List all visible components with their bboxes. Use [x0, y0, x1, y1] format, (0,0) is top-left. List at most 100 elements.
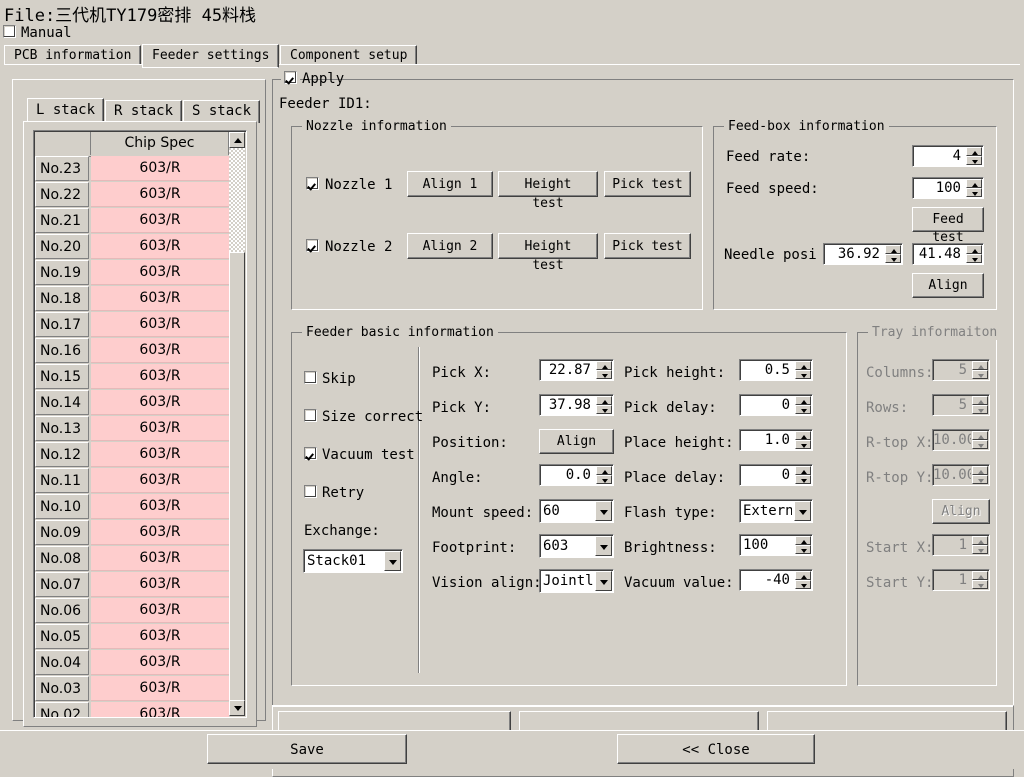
needle-align-button[interactable]: Align: [912, 273, 984, 298]
vacuum-test-checkbox-row[interactable]: Vacuum test: [304, 447, 415, 463]
pick-delay-spin-arrows[interactable]: [795, 396, 811, 414]
pick-delay-spinner[interactable]: 0: [739, 394, 813, 416]
chip-spec-cell[interactable]: 603/R: [91, 312, 229, 337]
table-row[interactable]: No.02 603/R: [35, 702, 229, 717]
position-align-button[interactable]: Align: [539, 429, 614, 454]
tab-component-setup[interactable]: Component setup: [280, 45, 418, 66]
tab-feeder-settings[interactable]: Feeder settings: [142, 44, 280, 68]
grid-vertical-scrollbar[interactable]: [229, 132, 245, 716]
row-header-cell[interactable]: No.06: [35, 598, 89, 623]
feed-rate-spinner[interactable]: 4: [912, 145, 984, 167]
table-row[interactable]: No.20 603/R: [35, 234, 229, 260]
scrollbar-thumb[interactable]: [229, 252, 245, 702]
apply-checkbox[interactable]: [284, 71, 297, 84]
row-header-cell[interactable]: No.05: [35, 624, 89, 649]
size-correct-checkbox-row[interactable]: Size correct: [304, 409, 423, 425]
exchange-combo[interactable]: Stack01: [303, 549, 403, 573]
chip-spec-cell[interactable]: 603/R: [91, 156, 229, 181]
row-header-cell[interactable]: No.16: [35, 338, 89, 363]
chip-spec-cell[interactable]: 603/R: [91, 572, 229, 597]
size-correct-checkbox[interactable]: [304, 409, 317, 422]
chip-spec-cell[interactable]: 603/R: [91, 520, 229, 545]
table-row[interactable]: No.23 603/R: [35, 156, 229, 182]
nozzle-1-checkbox[interactable]: [306, 177, 319, 190]
chip-spec-cell[interactable]: 603/R: [91, 624, 229, 649]
place-height-spin-arrows[interactable]: [795, 431, 811, 449]
vacuum-value-spin-arrows[interactable]: [795, 571, 811, 589]
brightness-spin-arrows[interactable]: [795, 536, 811, 554]
row-header-cell[interactable]: No.19: [35, 260, 89, 285]
skip-checkbox-row[interactable]: Skip: [304, 371, 356, 387]
pick-x-spinner[interactable]: 22.87: [539, 359, 614, 381]
stack-tab-r-stack[interactable]: R stack: [105, 100, 183, 123]
close-button[interactable]: << Close: [617, 734, 815, 764]
chip-spec-cell[interactable]: 603/R: [91, 416, 229, 441]
chip-spec-cell[interactable]: 603/R: [91, 650, 229, 675]
chip-spec-cell[interactable]: 603/R: [91, 286, 229, 311]
chevron-down-icon[interactable]: [384, 551, 401, 571]
nozzle-1-pick-test-button[interactable]: Pick test: [604, 171, 691, 197]
feed-speed-spin-arrows[interactable]: [966, 179, 982, 197]
row-header-cell[interactable]: No.14: [35, 390, 89, 415]
nozzle-1-height-test-button[interactable]: Height test: [498, 171, 598, 211]
chip-spec-cell[interactable]: 603/R: [91, 546, 229, 571]
pick-height-spinner[interactable]: 0.5: [739, 359, 813, 381]
chip-spec-cell[interactable]: 603/R: [91, 390, 229, 415]
table-row[interactable]: No.21 603/R: [35, 208, 229, 234]
chip-spec-cell[interactable]: 603/R: [91, 676, 229, 701]
row-header-cell[interactable]: No.15: [35, 364, 89, 389]
row-header-cell[interactable]: No.02: [35, 702, 89, 717]
row-header-cell[interactable]: No.11: [35, 468, 89, 493]
mount-speed-combo[interactable]: 60: [539, 499, 614, 523]
table-row[interactable]: No.17 603/R: [35, 312, 229, 338]
pick-height-spin-arrows[interactable]: [795, 361, 811, 379]
pick-y-spin-arrows[interactable]: [596, 396, 612, 414]
row-header-cell[interactable]: No.13: [35, 416, 89, 441]
retry-checkbox[interactable]: [304, 485, 317, 498]
chevron-down-icon[interactable]: [595, 536, 612, 556]
table-row[interactable]: No.16 603/R: [35, 338, 229, 364]
table-row[interactable]: No.03 603/R: [35, 676, 229, 702]
row-header-cell[interactable]: No.10: [35, 494, 89, 519]
place-height-spinner[interactable]: 1.0: [739, 429, 813, 451]
row-header-cell[interactable]: No.20: [35, 234, 89, 259]
chip-spec-cell[interactable]: 603/R: [91, 442, 229, 467]
table-row[interactable]: No.08 603/R: [35, 546, 229, 572]
scroll-up-icon[interactable]: [229, 132, 245, 148]
chevron-down-icon[interactable]: [595, 571, 612, 591]
place-delay-spinner[interactable]: 0: [739, 464, 813, 486]
table-row[interactable]: No.06 603/R: [35, 598, 229, 624]
table-row[interactable]: No.10 603/R: [35, 494, 229, 520]
table-row[interactable]: No.19 603/R: [35, 260, 229, 286]
chip-spec-cell[interactable]: 603/R: [91, 182, 229, 207]
row-header-cell[interactable]: No.17: [35, 312, 89, 337]
place-delay-spin-arrows[interactable]: [795, 466, 811, 484]
retry-checkbox-row[interactable]: Retry: [304, 485, 364, 501]
row-header-cell[interactable]: No.04: [35, 650, 89, 675]
table-row[interactable]: No.22 603/R: [35, 182, 229, 208]
stack-tab-l-stack[interactable]: L stack: [27, 98, 105, 123]
row-header-cell[interactable]: No.21: [35, 208, 89, 233]
angle-spinner[interactable]: 0.0: [539, 464, 614, 486]
row-header-cell[interactable]: No.12: [35, 442, 89, 467]
chip-spec-cell[interactable]: 603/R: [91, 338, 229, 363]
nozzle-2-height-test-button[interactable]: Height test: [498, 233, 598, 273]
chip-spec-cell[interactable]: 603/R: [91, 702, 229, 717]
chip-spec-cell[interactable]: 603/R: [91, 468, 229, 493]
needle-x-spin-arrows[interactable]: [885, 245, 901, 263]
feed-rate-spin-arrows[interactable]: [966, 147, 982, 165]
pick-x-spin-arrows[interactable]: [596, 361, 612, 379]
row-header-cell[interactable]: No.09: [35, 520, 89, 545]
needle-posi-y-spinner[interactable]: 41.48: [912, 243, 984, 265]
chip-spec-grid[interactable]: Chip Spec No.23 603/R No.22 603/R No.21 603/R…: [33, 130, 247, 718]
save-button[interactable]: Save: [207, 734, 407, 764]
table-row[interactable]: No.18 603/R: [35, 286, 229, 312]
row-header-cell[interactable]: No.07: [35, 572, 89, 597]
pick-y-spinner[interactable]: 37.98: [539, 394, 614, 416]
table-row[interactable]: No.05 603/R: [35, 624, 229, 650]
apply-checkbox-row[interactable]: Apply: [281, 71, 344, 87]
row-header-cell[interactable]: No.22: [35, 182, 89, 207]
chip-spec-cell[interactable]: 603/R: [91, 260, 229, 285]
row-header-cell[interactable]: No.23: [35, 156, 89, 181]
feed-test-button[interactable]: Feed test: [912, 207, 984, 245]
